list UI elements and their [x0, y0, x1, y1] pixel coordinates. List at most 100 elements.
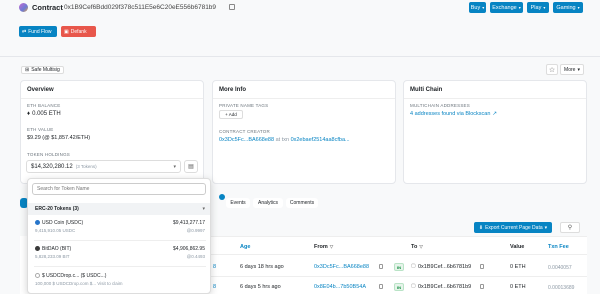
txn-hash-link[interactable]: 0x2ebaef2514aa8cfba...: [291, 137, 350, 143]
token-value: $9,413,277.17: [173, 220, 205, 226]
token-holdings-dropdown[interactable]: $14,320,280.12 (3 Tokens) ▾: [26, 160, 181, 173]
contract-creator: 0x3Dc5Fc...BA668e88 at txn 0x2ebaef2514a…: [219, 137, 350, 143]
txn-fee-cell: 0.00013689: [548, 285, 575, 291]
contract-creator-label: CONTRACT CREATOR: [219, 129, 270, 134]
verified-check-icon: [219, 194, 225, 200]
fund-flow-label: Fund Flow: [28, 28, 52, 35]
more-info-title: More Info: [219, 87, 246, 93]
divider: [0, 56, 600, 57]
external-link-icon: ↗: [492, 111, 498, 117]
overview-title: Overview: [27, 87, 54, 93]
to-header-label: To: [411, 244, 418, 250]
more-label: More: [564, 66, 576, 73]
token-amount: 100,000 $ USDCDrop.com $... Visit to cla…: [35, 281, 123, 286]
token-item-usdc[interactable]: USD Coin (USDC) 9,415,910.05 USDC $9,413…: [28, 217, 210, 239]
direction-badge: IN: [394, 283, 404, 291]
gaming-button[interactable]: Gaming ▾: [553, 2, 583, 13]
exchange-button[interactable]: Exchange ▾: [490, 2, 523, 13]
copy-icon[interactable]: [480, 284, 484, 289]
card-divider: [404, 98, 586, 99]
copy-icon[interactable]: [379, 264, 383, 269]
card-divider: [213, 98, 395, 99]
filter-icon[interactable]: ▽: [330, 244, 333, 250]
multichain-addresses-link[interactable]: 4 addresses found via Blockscan ↗: [410, 111, 497, 117]
divider: [34, 266, 206, 267]
flow-icon: ⇄: [22, 28, 27, 35]
eth-value-label: ETH VALUE: [27, 127, 54, 132]
chevron-down-icon: ▾: [518, 5, 521, 10]
eth-value: $9.29 (@ $1,857.42/ETH): [27, 135, 91, 141]
token-amount: 5,828,233.09 BIT: [35, 254, 70, 259]
eth-balance-label: ETH BALANCE: [27, 103, 61, 108]
value-cell: 0 ETH: [510, 284, 526, 290]
age-cell: 6 days 5 hrs ago: [240, 284, 281, 290]
safe-multisig-badge[interactable]: ⊞ Safe Multisig: [21, 66, 64, 74]
from-header-label: From: [314, 244, 328, 250]
filter-icon[interactable]: ▽: [419, 244, 422, 250]
defank-button[interactable]: ▣ Defank: [61, 26, 96, 37]
chevron-down-icon: ▾: [173, 163, 176, 170]
wallet-icon[interactable]: ▤: [184, 160, 198, 173]
table-divider: [211, 276, 587, 277]
divider: [34, 240, 206, 241]
copy-icon[interactable]: [379, 284, 383, 289]
defank-label: Defank: [70, 28, 87, 35]
token-holdings-menu: ERC-20 Tokens (3) ▾ USD Coin (USDC) 9,41…: [27, 178, 211, 294]
to-address: 0x1B9Cef...6b6781b9: [418, 264, 472, 270]
token-holdings-count: (3 Tokens): [75, 164, 97, 169]
chevron-down-icon: ▾: [202, 206, 205, 212]
token-name: USD Coin (USDC): [42, 220, 84, 226]
safe-multisig-label: Safe Multisig: [31, 67, 60, 73]
buy-button[interactable]: Buy ▾: [469, 2, 486, 13]
contract-label: Contract: [32, 3, 63, 12]
star-icon[interactable]: ☆: [546, 64, 558, 75]
overview-card: Overview ETH BALANCE ♦ 0.005 ETH ETH VALU…: [20, 80, 204, 184]
copy-icon[interactable]: [229, 4, 235, 10]
bank-icon: ▣: [64, 28, 69, 35]
contract-avatar-icon: [19, 3, 28, 12]
play-label: Play: [530, 4, 542, 11]
token-holdings-label: TOKEN HOLDINGS: [27, 152, 70, 157]
multichain-addresses-value: 4 addresses found via Blockscan: [410, 111, 491, 117]
tab-events[interactable]: Events: [226, 198, 250, 208]
tab-analytics[interactable]: Analytics: [253, 198, 283, 208]
token-name: BitDAO (BIT): [42, 246, 72, 252]
at-txn-label: at txn: [275, 137, 290, 143]
erc20-section-header[interactable]: ERC-20 Tokens (3) ▾: [28, 203, 210, 215]
gaming-label: Gaming: [556, 4, 576, 11]
token-icon: [35, 273, 40, 278]
from-address-link[interactable]: 0x3Dc5Fc...BA668e88: [314, 264, 369, 270]
document-icon: ▢: [411, 263, 416, 269]
add-tag-button[interactable]: + Add: [219, 110, 243, 119]
eth-balance: ♦ 0.005 ETH: [27, 111, 61, 117]
play-button[interactable]: Play ▾: [527, 2, 549, 13]
eth-icon: ♦: [27, 111, 31, 117]
fund-flow-button[interactable]: ⇄ Fund Flow: [19, 26, 57, 37]
card-divider: [21, 98, 203, 99]
private-name-tags-label: PRIVATE NAME TAGS: [219, 103, 269, 108]
to-header: To ▽: [411, 244, 423, 250]
age-header[interactable]: Age: [240, 244, 250, 250]
export-button[interactable]: ⬇ Export Current Page Data ▾: [474, 222, 552, 233]
tab-comments[interactable]: Comments: [286, 198, 318, 208]
token-item-bit[interactable]: BitDAO (BIT) 5,828,233.09 BIT $4,906,862…: [28, 243, 210, 265]
export-label: Export Current Page Data: [485, 224, 543, 231]
direction-badge: IN: [394, 263, 404, 271]
multichain-addresses-label: MULTICHAIN ADDRESSES: [410, 103, 470, 108]
exchange-label: Exchange: [492, 4, 517, 11]
token-price: @0.9997: [186, 228, 205, 233]
chevron-down-icon: ▾: [544, 224, 548, 231]
multi-chain-card: Multi Chain MULTICHAIN ADDRESSES 4 addre…: [403, 80, 587, 184]
token-search-input[interactable]: [32, 183, 206, 195]
bitdao-icon: [35, 246, 40, 251]
download-icon: ⬇: [478, 224, 484, 231]
copy-icon[interactable]: [480, 264, 484, 269]
token-value: $4,906,862.95: [173, 246, 205, 252]
creator-address-link[interactable]: 0x3Dc5Fc...BA668e88: [219, 137, 274, 143]
more-button[interactable]: More ▾: [560, 64, 584, 75]
token-item-usdcdrop[interactable]: $ USDCDrop.c... ($ USDC...) 100,000 $ US…: [28, 270, 210, 292]
filter-icon[interactable]: ⚲: [560, 222, 580, 233]
txn-fee-header[interactable]: Txn Fee: [548, 244, 569, 250]
from-address-link[interactable]: 0x8E04b...7b50B54A: [314, 284, 366, 290]
value-cell: 0 ETH: [510, 264, 526, 270]
